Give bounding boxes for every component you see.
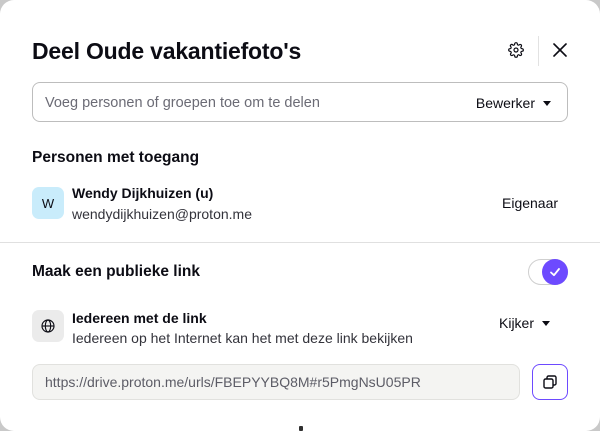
link-scope-description: Iedereen op het Internet kan het met dez… bbox=[72, 330, 413, 346]
close-icon bbox=[553, 43, 567, 57]
invite-role-dropdown[interactable]: Bewerker bbox=[476, 93, 551, 113]
copy-icon bbox=[542, 374, 558, 390]
section-divider bbox=[0, 242, 600, 243]
invite-role-label: Bewerker bbox=[475, 95, 535, 111]
invite-field: Bewerker bbox=[32, 82, 568, 122]
public-link-toggle[interactable] bbox=[528, 259, 568, 285]
public-link-heading: Maak een publieke link bbox=[32, 263, 200, 280]
link-permission-dropdown[interactable]: Kijker bbox=[499, 314, 551, 332]
caret-down-icon bbox=[543, 100, 551, 106]
scroll-indicator bbox=[299, 426, 303, 431]
link-url-field[interactable]: https://drive.proton.me/urls/FBEPYYBQ8M#… bbox=[32, 364, 520, 400]
member-role: Eigenaar bbox=[502, 195, 559, 211]
invite-input[interactable] bbox=[45, 92, 455, 114]
gear-icon bbox=[508, 42, 524, 58]
toggle-knob bbox=[542, 259, 568, 285]
dialog-title: Deel Oude vakantiefoto's bbox=[32, 38, 302, 64]
checkmark-icon bbox=[549, 266, 561, 278]
header-divider bbox=[538, 36, 539, 66]
link-scope-title: Iedereen met de link bbox=[72, 310, 207, 326]
avatar: W bbox=[32, 187, 64, 219]
copy-link-button[interactable] bbox=[532, 364, 568, 400]
share-dialog: Deel Oude vakantiefoto's Bewerker Person… bbox=[0, 0, 600, 431]
member-name: Wendy Dijkhuizen (u) bbox=[72, 185, 214, 201]
close-button[interactable] bbox=[546, 36, 574, 64]
member-email: wendydijkhuizen@proton.me bbox=[72, 206, 252, 222]
globe-icon-container bbox=[32, 310, 64, 342]
caret-down-icon bbox=[542, 320, 551, 326]
link-permission-label: Kijker bbox=[499, 315, 535, 331]
globe-icon bbox=[40, 318, 56, 334]
access-heading: Personen met toegang bbox=[32, 149, 200, 166]
settings-button[interactable] bbox=[502, 36, 530, 64]
